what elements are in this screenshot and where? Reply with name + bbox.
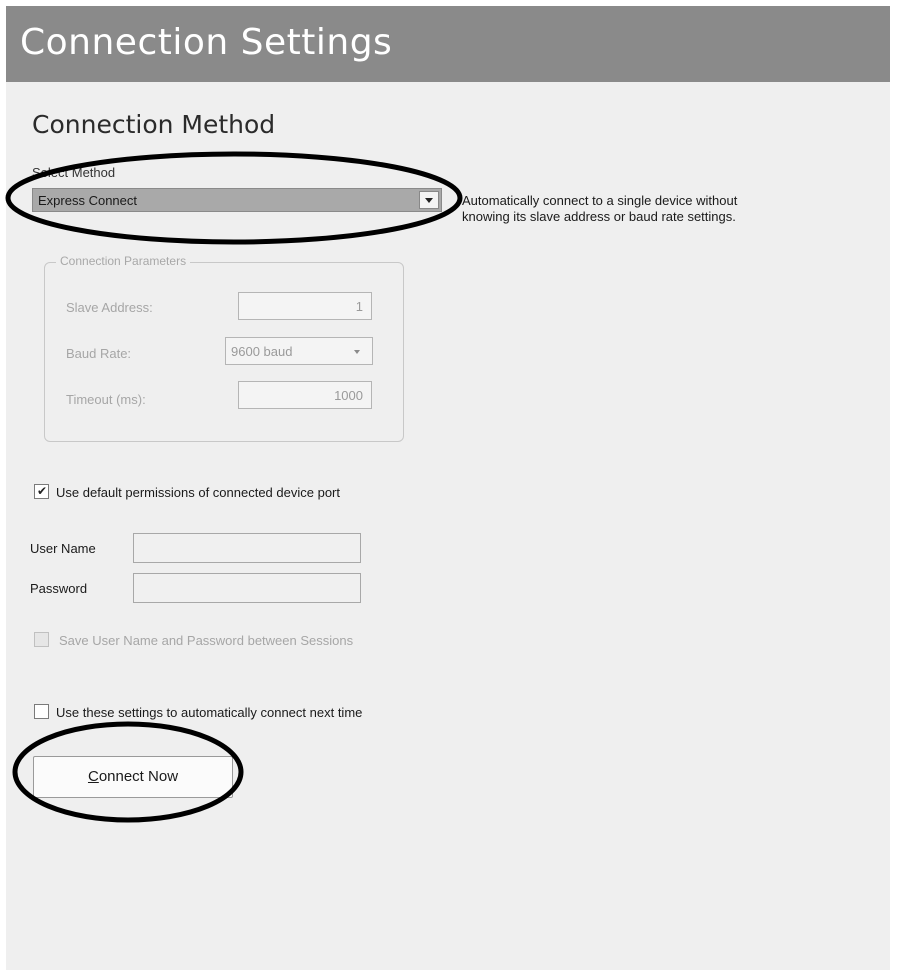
auto-connect-label: Use these settings to automatically conn… (56, 705, 363, 720)
default-permissions-label: Use default permissions of connected dev… (56, 485, 340, 500)
method-dropdown-button[interactable] (419, 191, 439, 209)
select-method-label: Select Method (32, 165, 116, 180)
default-permissions-checkbox[interactable]: ✔ (34, 484, 49, 499)
chevron-down-icon (425, 198, 433, 203)
window-title: Connection Settings (20, 22, 393, 63)
title-bar: Connection Settings (6, 6, 890, 82)
auto-connect-checkbox[interactable] (34, 704, 49, 719)
method-description-line-1: Automatically connect to a single device… (462, 193, 738, 208)
method-selected-value: Express Connect (38, 193, 137, 208)
slave-address-label: Slave Address: (66, 300, 153, 315)
user-name-label: User Name (30, 541, 96, 556)
method-description-line-2: knowing its slave address or baud rate s… (462, 209, 736, 224)
connect-now-label: onnect Now (98, 768, 179, 785)
section-title: Connection Method (32, 110, 276, 139)
password-input[interactable] (133, 573, 361, 603)
password-label: Password (30, 581, 88, 596)
save-credentials-checkbox[interactable] (34, 632, 49, 647)
baud-rate-value: 9600 baud (231, 344, 293, 359)
connect-now-button[interactable]: Connect Now (33, 756, 233, 798)
method-description: Automatically connect to a single device… (462, 193, 842, 225)
slave-address-value: 1 (355, 299, 363, 314)
method-dropdown[interactable]: Express Connect (32, 188, 442, 212)
slave-address-input[interactable]: 1 (238, 292, 372, 320)
baud-rate-select[interactable]: 9600 baud (225, 337, 373, 365)
baud-rate-label: Baud Rate: (66, 346, 132, 361)
connection-settings-window: Connection Settings Connection Method Se… (6, 6, 890, 970)
chevron-down-icon (354, 350, 360, 354)
user-name-input[interactable] (133, 533, 361, 563)
timeout-label: Timeout (ms): (66, 392, 146, 407)
checkmark-icon: ✔ (37, 484, 48, 498)
connect-now-mnemonic: C (87, 768, 99, 785)
connection-parameters-legend: Connection Parameters (56, 254, 191, 268)
save-credentials-label: Save User Name and Password between Sess… (59, 633, 354, 648)
timeout-value: 1000 (334, 388, 363, 403)
timeout-input[interactable]: 1000 (238, 381, 372, 409)
